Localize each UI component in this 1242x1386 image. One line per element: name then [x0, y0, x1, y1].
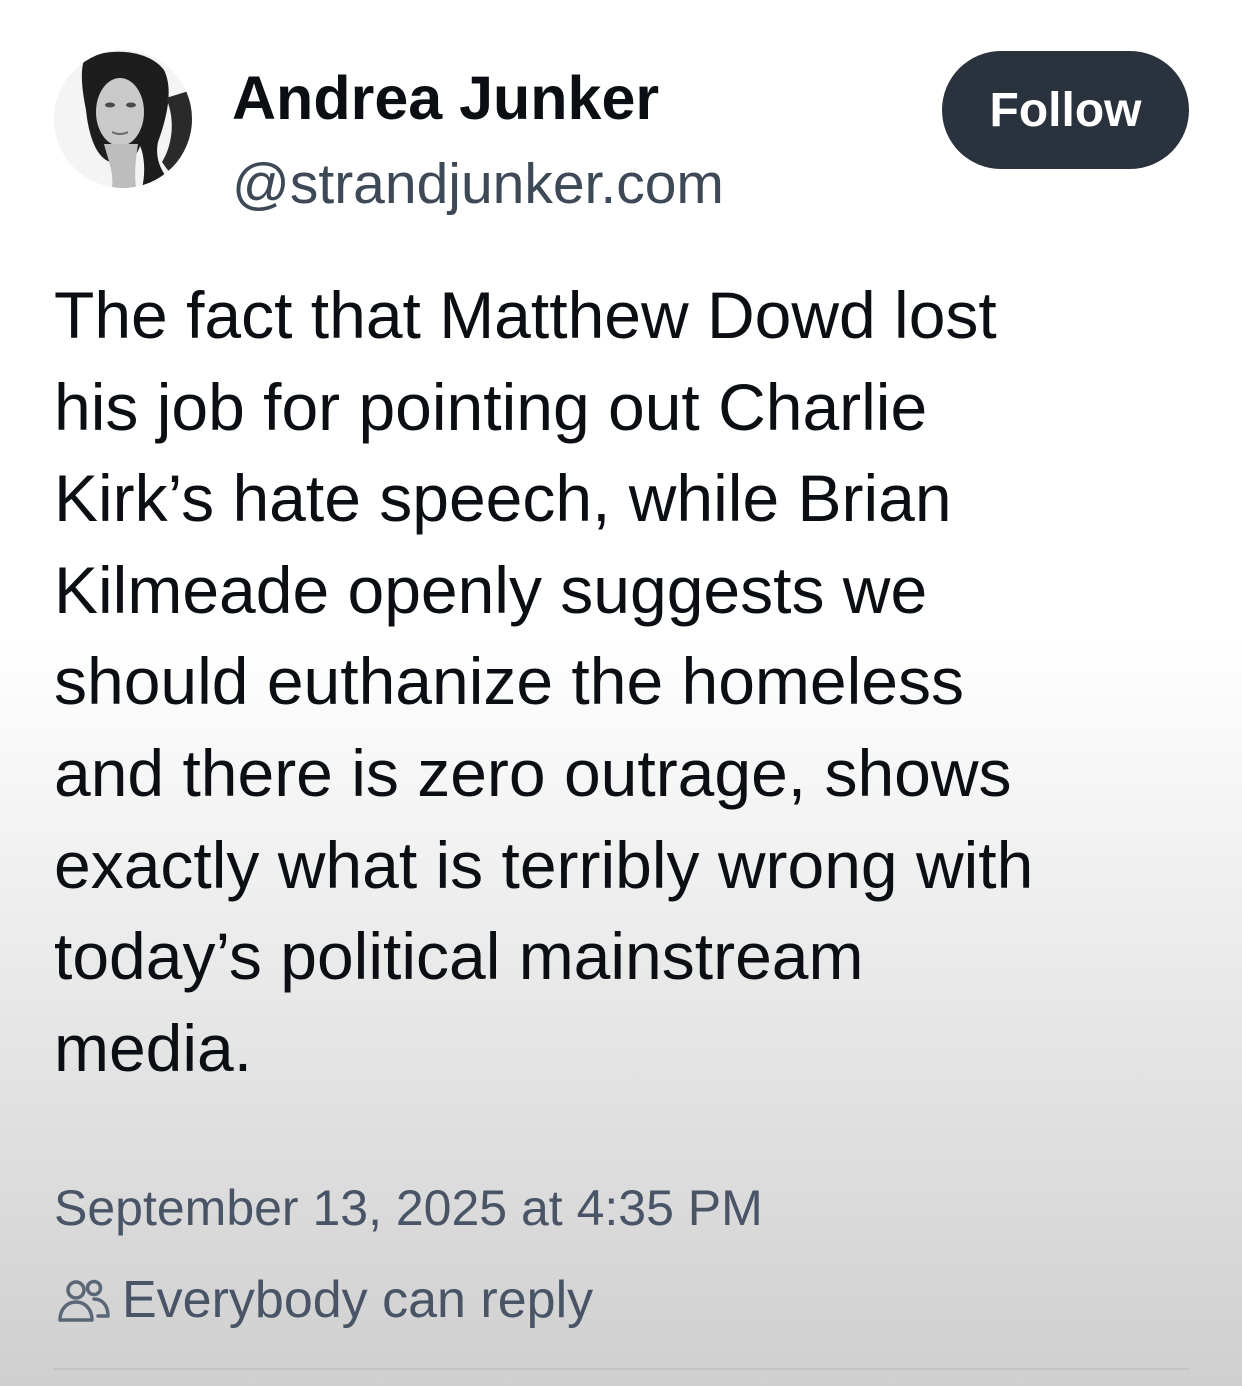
post-text-line: exactly what is terribly wrong with	[54, 827, 1034, 902]
post-text-line: Kilmeade openly suggests we	[54, 552, 928, 627]
author-display-name[interactable]: Andrea Junker	[232, 62, 659, 134]
post-card: Andrea Junker @strandjunker.com Follow T…	[0, 0, 1242, 1386]
author-handle[interactable]: @strandjunker.com	[232, 150, 724, 218]
follow-button[interactable]: Follow	[942, 51, 1189, 169]
post-text-line: and there is zero outrage, shows	[54, 735, 1012, 810]
reply-setting-label: Everybody can reply	[122, 1271, 594, 1329]
avatar-photo	[54, 50, 192, 188]
post-timestamp[interactable]: September 13, 2025 at 4:35 PM	[54, 1176, 763, 1240]
post-text-line: Kirk’s hate speech, while Brian	[54, 461, 952, 536]
post-text-line: his job for pointing out Charlie	[54, 369, 928, 444]
post-text: The fact that Matthew Dowd lost his job …	[54, 270, 1204, 1094]
people-icon	[54, 1270, 114, 1330]
post-text-line: The fact that Matthew Dowd lost	[54, 278, 997, 352]
reply-setting: Everybody can reply	[54, 1264, 593, 1336]
post-text-line: should euthanize the homeless	[54, 644, 964, 719]
divider	[54, 1368, 1189, 1370]
avatar[interactable]	[54, 50, 192, 188]
post-text-line: media.	[54, 1010, 253, 1085]
post-text-line: today’s political mainstream	[54, 919, 864, 994]
